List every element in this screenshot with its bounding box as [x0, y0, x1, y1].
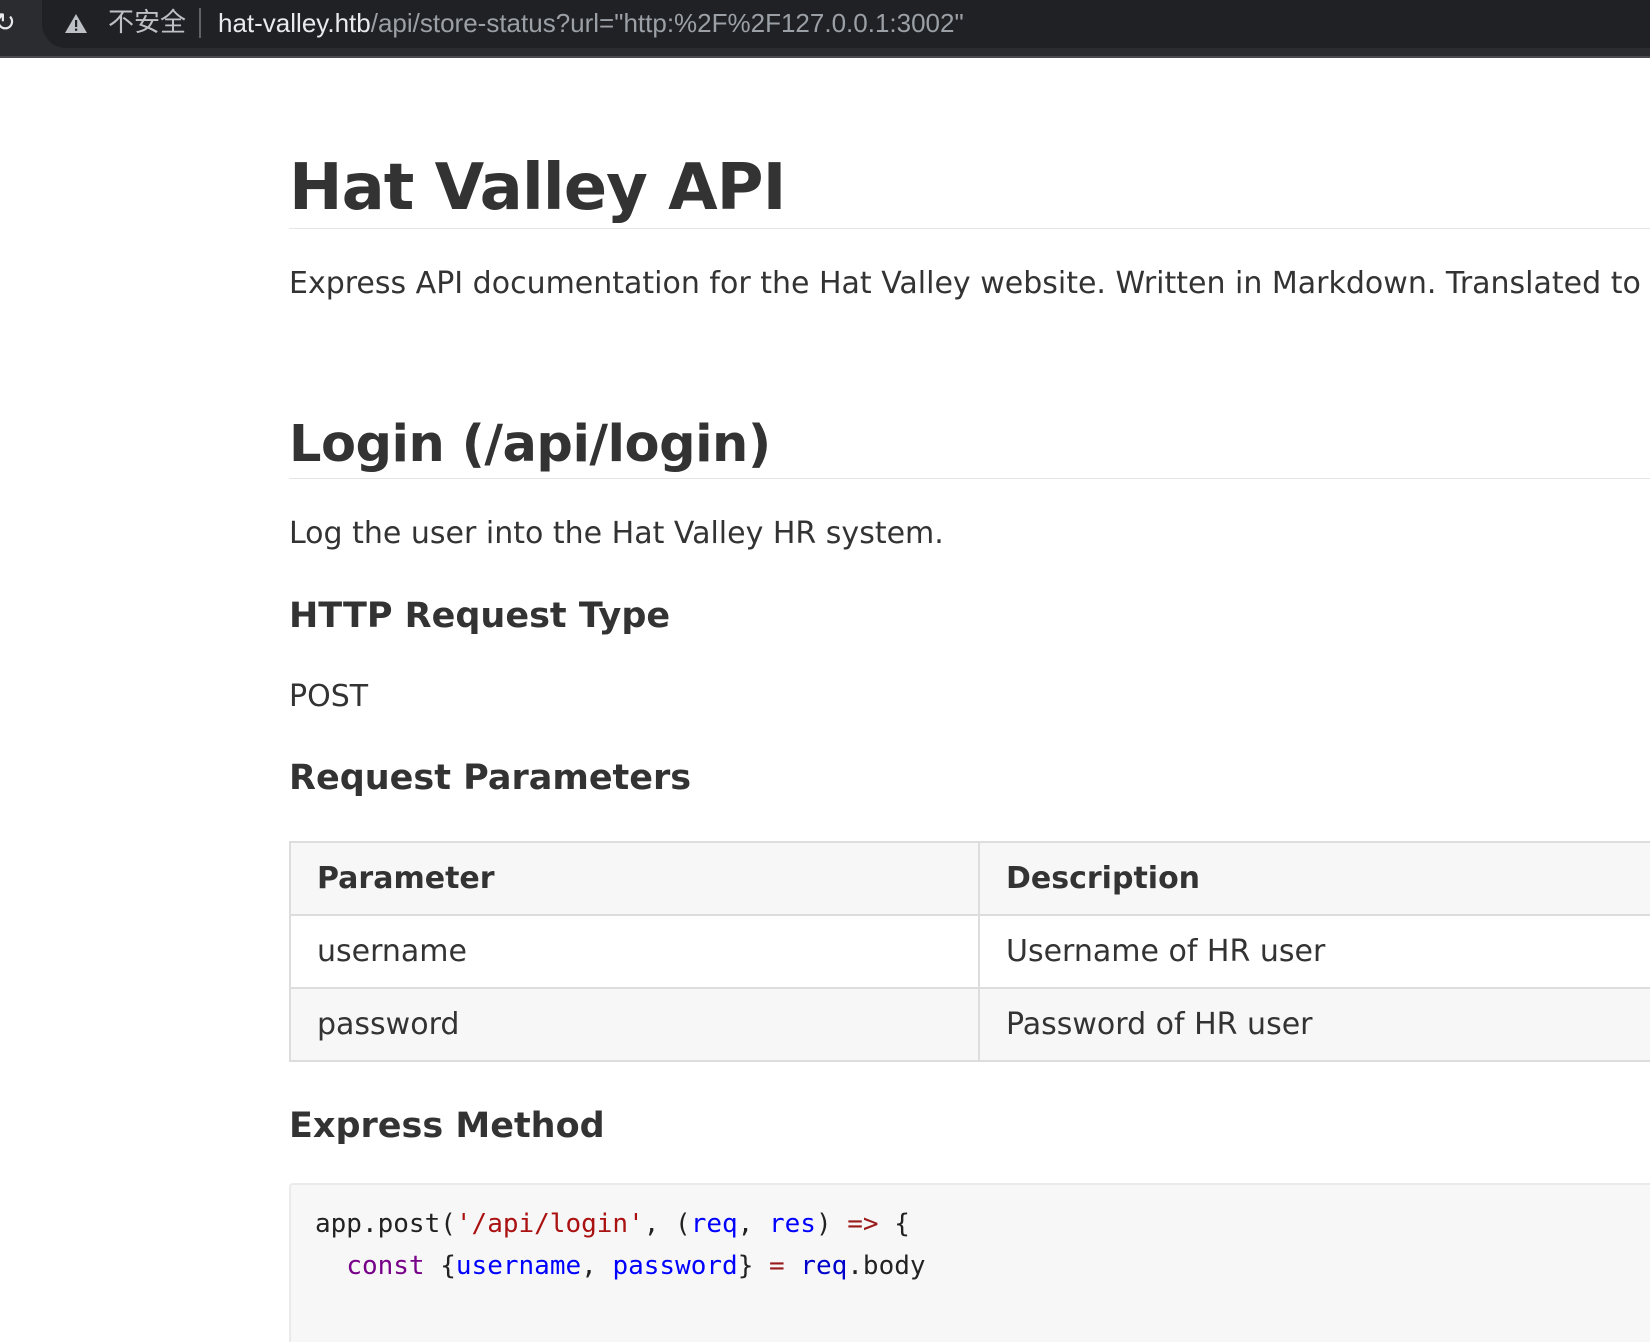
url-text[interactable]: hat-valley.htb/api/store-status?url="htt… — [218, 6, 964, 40]
code-token: { — [424, 1251, 456, 1281]
code-param: res — [768, 1209, 816, 1239]
login-description: Log the user into the Hat Valley HR syst… — [289, 516, 944, 551]
browser-toolbar: ↻ 不安全 hat-valley.htb/api/store-status?ur… — [0, 0, 1650, 58]
intro-paragraph: Express API documentation for the Hat Va… — [289, 266, 1641, 301]
login-divider — [289, 478, 1650, 479]
code-token: , — [581, 1251, 613, 1281]
address-divider — [199, 8, 201, 38]
table-cell: password — [289, 987, 980, 1062]
code-token: , — [737, 1209, 769, 1239]
table-header-row: Parameter Description — [289, 841, 1650, 916]
security-label[interactable]: 不安全 — [108, 6, 186, 40]
code-token: .body — [847, 1251, 926, 1281]
code-variable: password — [612, 1251, 738, 1281]
table-row: username Username of HR user — [289, 914, 1650, 989]
title-divider — [289, 228, 1650, 229]
login-heading: Login (/api/login) — [289, 415, 771, 474]
code-operator: => — [847, 1209, 879, 1239]
table-cell: Password of HR user — [978, 987, 1650, 1062]
code-keyword: const — [346, 1251, 425, 1281]
address-bar[interactable]: 不安全 hat-valley.htb/api/store-status?url=… — [42, 0, 1650, 48]
code-token: { — [878, 1209, 910, 1239]
table-cell: username — [289, 914, 980, 989]
code-token: , ( — [643, 1209, 691, 1239]
code-string: '/api/login' — [455, 1209, 644, 1239]
table-header-parameter: Parameter — [289, 841, 980, 916]
code-operator: = — [769, 1251, 785, 1281]
code-token: } — [737, 1251, 769, 1281]
table-row: password Password of HR user — [289, 987, 1650, 1062]
params-heading: Request Parameters — [289, 758, 692, 798]
code-token: ) — [815, 1209, 848, 1239]
reload-icon[interactable]: ↻ — [0, 8, 16, 38]
code-block: app.post('/api/login', (req, res) => { c… — [289, 1183, 1650, 1342]
express-heading: Express Method — [289, 1106, 605, 1146]
params-table: Parameter Description username Username … — [289, 841, 1650, 1062]
table-header-description: Description — [978, 841, 1650, 916]
code-token: app.post( — [315, 1209, 456, 1239]
table-cell: Username of HR user — [978, 914, 1650, 989]
warning-icon[interactable] — [64, 12, 88, 36]
url-host: hat-valley.htb — [218, 8, 371, 38]
code-variable: req — [800, 1251, 848, 1281]
code-param: req — [690, 1209, 738, 1239]
url-path: /api/store-status?url="http:%2F%2F127.0.… — [370, 8, 964, 38]
page-title: Hat Valley API — [289, 151, 786, 225]
request-type-value: POST — [289, 679, 369, 714]
code-variable: username — [455, 1251, 582, 1281]
request-type-heading: HTTP Request Type — [289, 596, 671, 636]
